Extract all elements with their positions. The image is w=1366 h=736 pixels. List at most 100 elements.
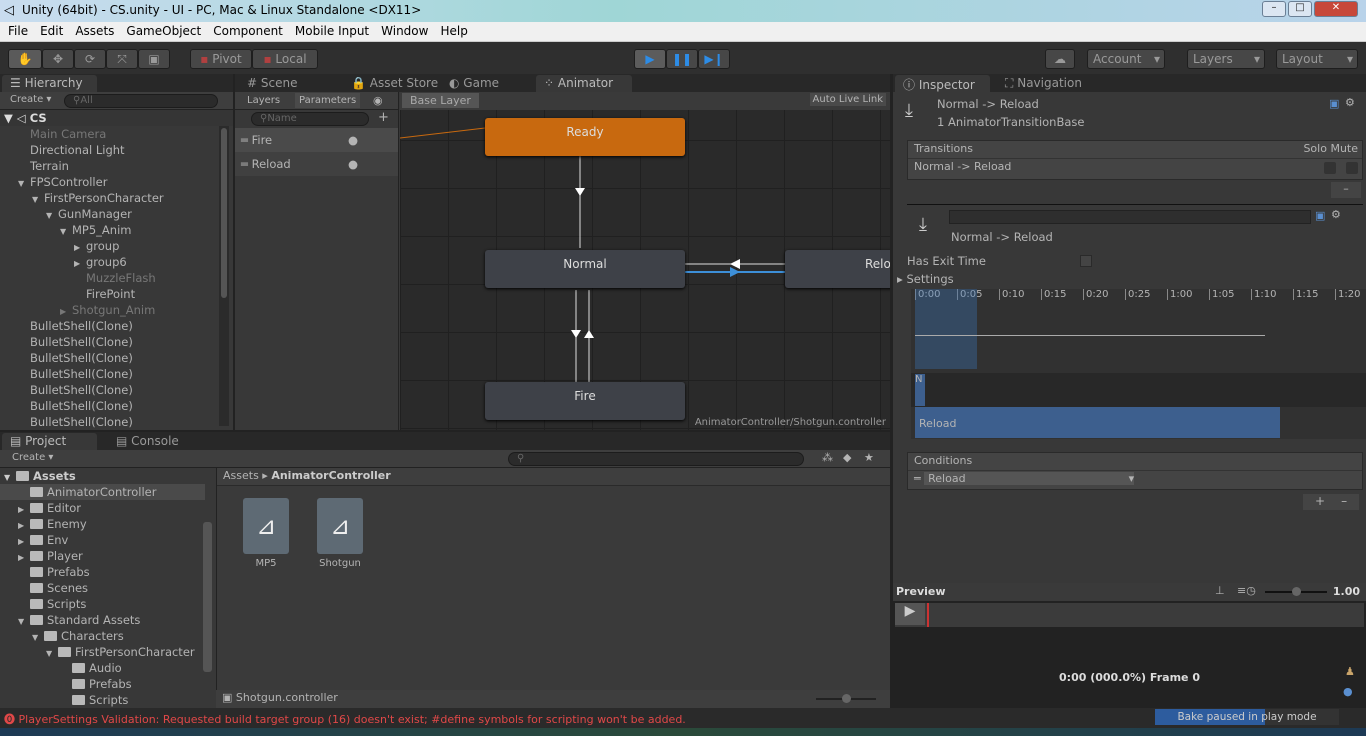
- hierarchy-item[interactable]: BulletShell(Clone): [0, 334, 233, 350]
- hierarchy-scrollbar[interactable]: [219, 126, 229, 426]
- project-folder[interactable]: ▶ Editor: [0, 500, 205, 516]
- parameter-reload[interactable]: ═ Reload ●: [235, 152, 398, 176]
- foldout-arrow[interactable]: ▼: [46, 208, 58, 224]
- tab-asset-store[interactable]: 🔒 Asset Store: [343, 75, 446, 92]
- hierarchy-item[interactable]: BulletShell(Clone): [0, 318, 233, 334]
- hierarchy-item[interactable]: Terrain: [0, 158, 233, 174]
- add-condition-button[interactable]: +: [1315, 494, 1325, 508]
- scale-tool-icon[interactable]: ⤧: [106, 49, 138, 69]
- project-folder[interactable]: ▼ Characters: [0, 628, 205, 644]
- hierarchy-item[interactable]: ▼ FirstPersonCharacter: [0, 190, 233, 206]
- menu-file[interactable]: File: [2, 22, 34, 41]
- parameter-search-input[interactable]: ⚲Name: [251, 112, 369, 126]
- hierarchy-search-input[interactable]: ⚲All: [64, 94, 218, 108]
- create-dropdown[interactable]: Create ▾: [12, 452, 53, 463]
- foldout-arrow[interactable]: ▼: [32, 192, 44, 208]
- icon-size-slider[interactable]: [816, 694, 876, 703]
- foldout-arrow[interactable]: ▼: [60, 224, 72, 240]
- step-button[interactable]: ▶❙: [698, 49, 730, 69]
- remove-condition-button[interactable]: –: [1341, 494, 1347, 508]
- project-folder[interactable]: ▶ Enemy: [0, 516, 205, 532]
- tab-hierarchy[interactable]: ☰ Hierarchy: [2, 75, 97, 92]
- gear-icon[interactable]: ⚙: [1331, 208, 1341, 221]
- menu-edit[interactable]: Edit: [34, 22, 69, 41]
- hierarchy-item[interactable]: ▼ MP5_Anim: [0, 222, 233, 238]
- filter-type-icon[interactable]: ⁂: [822, 451, 833, 464]
- project-folder[interactable]: ▶ Player: [0, 548, 205, 564]
- condition-parameter-dropdown[interactable]: Reload ▾: [924, 472, 1135, 485]
- menu-mobile-input[interactable]: Mobile Input: [289, 22, 375, 41]
- state-fire[interactable]: Fire: [485, 382, 685, 420]
- pivot-toggle[interactable]: ▪ Pivot: [190, 49, 252, 69]
- transition-range[interactable]: [915, 289, 977, 369]
- maximize-button[interactable]: □: [1288, 1, 1312, 17]
- hierarchy-item[interactable]: BulletShell(Clone): [0, 382, 233, 398]
- play-button[interactable]: ▶: [634, 49, 666, 69]
- layout-dropdown[interactable]: Layout ▾: [1276, 49, 1358, 69]
- transition-timeline[interactable]: 0:00 0:05 0:10 0:15 0:20 0:25 1:00 1:05 1:10 1:15…: [911, 289, 1366, 439]
- hierarchy-item[interactable]: ▶ group6: [0, 254, 233, 270]
- mute-checkbox[interactable]: [1346, 162, 1358, 174]
- project-tree-scrollbar[interactable]: [203, 522, 212, 672]
- move-tool-icon[interactable]: ✥: [42, 49, 74, 69]
- solo-checkbox[interactable]: [1324, 162, 1336, 174]
- project-folder[interactable]: AnimatorController: [0, 484, 205, 500]
- rect-tool-icon[interactable]: ▣: [138, 49, 170, 69]
- eye-icon[interactable]: ◉: [373, 94, 383, 107]
- project-search-input[interactable]: ⚲: [508, 452, 804, 466]
- favorite-icon[interactable]: ★: [864, 451, 874, 464]
- foldout-arrow[interactable]: ▼: [46, 646, 58, 662]
- trigger-toggle[interactable]: ●: [348, 128, 358, 152]
- project-folder[interactable]: Prefabs: [0, 564, 205, 580]
- project-folder[interactable]: ▶ Env: [0, 532, 205, 548]
- project-folder[interactable]: Audio: [0, 660, 205, 676]
- account-dropdown[interactable]: Account ▾: [1087, 49, 1165, 69]
- layers-dropdown[interactable]: Layers ▾: [1187, 49, 1265, 69]
- has-exit-time-checkbox[interactable]: [1080, 255, 1092, 267]
- from-state-bar[interactable]: N: [915, 374, 925, 406]
- hierarchy-item[interactable]: ▶ group: [0, 238, 233, 254]
- hand-tool-icon[interactable]: ✋: [8, 49, 42, 69]
- state-normal[interactable]: Normal: [485, 250, 685, 288]
- tab-inspector[interactable]: ⓘ Inspector: [895, 75, 990, 92]
- parameters-tab[interactable]: Parameters: [295, 93, 361, 108]
- foldout-arrow[interactable]: ▼: [32, 630, 44, 646]
- asset-shotgun[interactable]: ⊿ Shotgun: [315, 498, 365, 569]
- menu-component[interactable]: Component: [207, 22, 289, 41]
- transition-row[interactable]: Normal -> Reload: [908, 159, 1362, 174]
- help-icon[interactable]: ▣: [1315, 209, 1325, 222]
- trigger-toggle[interactable]: ●: [348, 152, 358, 176]
- hierarchy-item[interactable]: ▶ Shotgun_Anim: [0, 302, 233, 318]
- add-parameter-button[interactable]: +: [378, 110, 389, 125]
- state-reload[interactable]: Relo: [785, 250, 890, 288]
- hierarchy-item[interactable]: MuzzleFlash: [0, 270, 233, 286]
- project-folder[interactable]: ▼ Standard Assets: [0, 612, 205, 628]
- hierarchy-item[interactable]: BulletShell(Clone): [0, 398, 233, 414]
- project-folder[interactable]: Scripts: [0, 692, 205, 708]
- remove-transition-button[interactable]: –: [1331, 182, 1361, 198]
- hierarchy-item[interactable]: BulletShell(Clone): [0, 366, 233, 382]
- speed-icon[interactable]: ≡◷: [1237, 584, 1256, 597]
- gear-icon[interactable]: ⚙: [1345, 96, 1355, 109]
- layers-tab[interactable]: Layers: [247, 95, 280, 106]
- scene-root[interactable]: ▼ ◁ CS: [0, 110, 233, 126]
- preview-timebar[interactable]: ▶: [895, 603, 1364, 627]
- speed-slider[interactable]: [1265, 587, 1327, 596]
- pause-button[interactable]: ❚❚: [666, 49, 698, 69]
- hierarchy-item[interactable]: BulletShell(Clone): [0, 414, 233, 430]
- tab-project[interactable]: ▤ Project: [2, 433, 97, 450]
- hierarchy-item[interactable]: ▼ GunManager: [0, 206, 233, 222]
- hierarchy-item[interactable]: ▼ FPSController: [0, 174, 233, 190]
- menu-window[interactable]: Window: [375, 22, 434, 41]
- project-folder[interactable]: ▼ FirstPersonCharacter: [0, 644, 205, 660]
- project-folder[interactable]: ▼ Assets: [0, 468, 205, 484]
- tab-console[interactable]: ▤ Console: [108, 433, 187, 450]
- parameter-fire[interactable]: ═ Fire ●: [235, 128, 398, 152]
- menu-help[interactable]: Help: [434, 22, 473, 41]
- tab-navigation[interactable]: ⛶ Navigation: [997, 75, 1090, 92]
- status-message[interactable]: PlayerSettings Validation: Requested bui…: [19, 713, 686, 726]
- tab-game[interactable]: ◐ Game: [441, 75, 507, 92]
- breadcrumb-animatorcontroller[interactable]: AnimatorController: [271, 469, 390, 482]
- hierarchy-item[interactable]: Main Camera: [0, 126, 233, 142]
- project-folder[interactable]: Scripts: [0, 596, 205, 612]
